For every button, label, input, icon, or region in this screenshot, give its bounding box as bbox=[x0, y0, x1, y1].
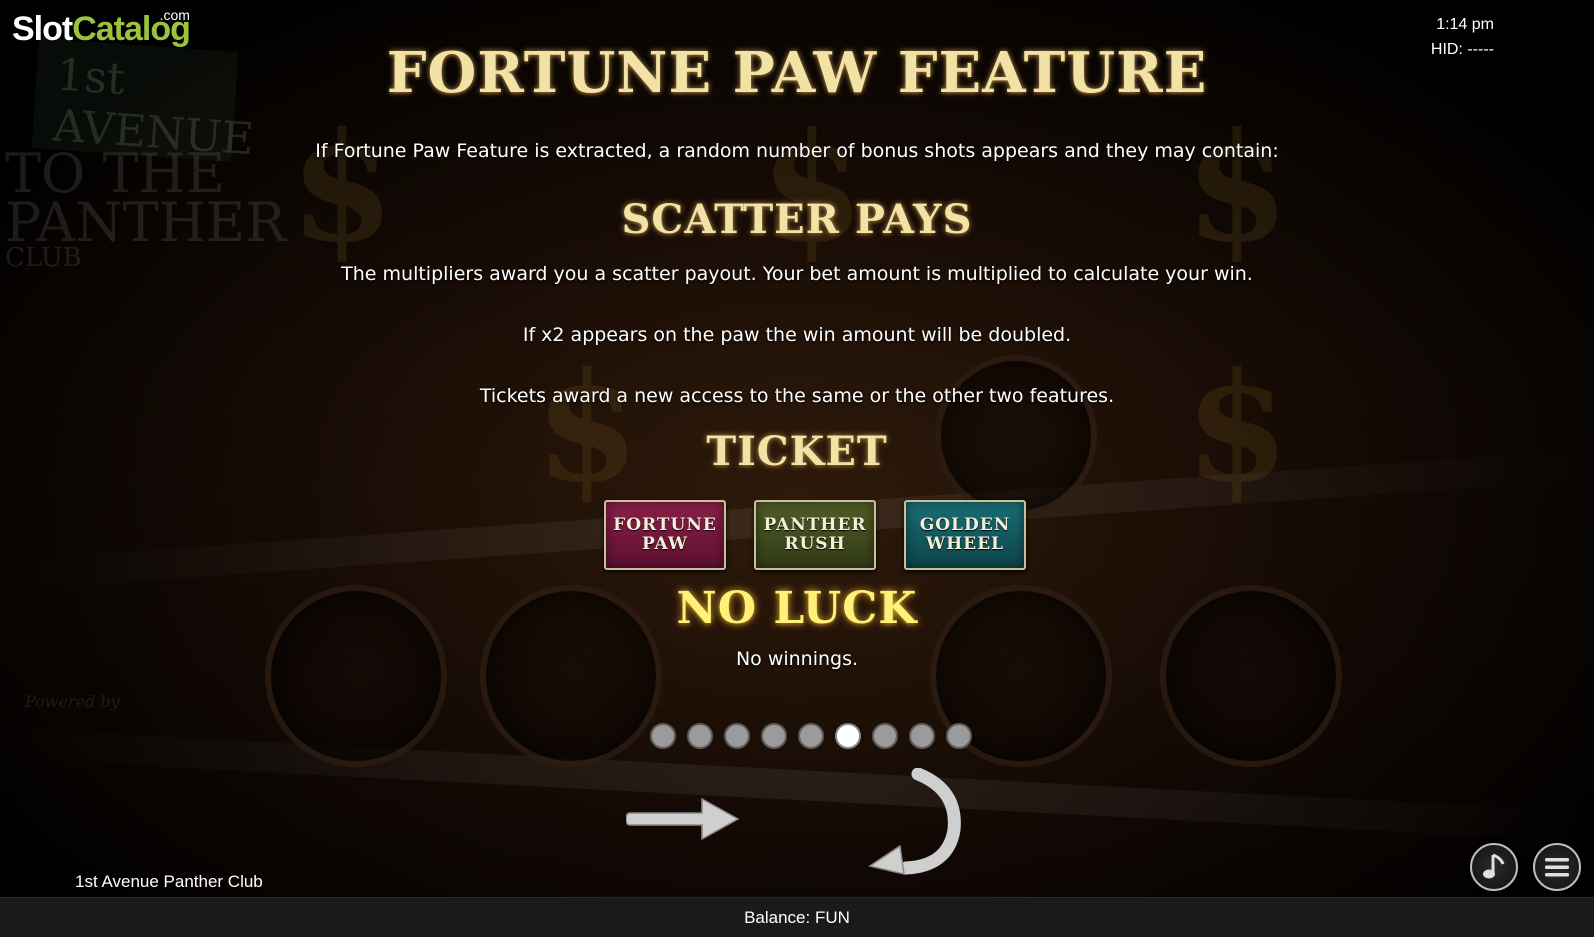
ticket-group: FORTUNE PAW PANTHER RUSH GOLDEN WHEEL bbox=[604, 500, 1028, 572]
page-dot-3[interactable] bbox=[724, 723, 750, 749]
menu-button[interactable] bbox=[1533, 843, 1581, 891]
music-note-icon bbox=[1483, 853, 1505, 879]
balance-label: Balance: FUN bbox=[744, 908, 850, 927]
tickets-description: Tickets award a new access to the same o… bbox=[479, 385, 1115, 407]
light-beam bbox=[0, 728, 1594, 842]
no-luck-heading: NO LUCK bbox=[676, 583, 918, 634]
dollar-symbol-decoration: $ bbox=[760, 100, 865, 276]
x2-description: If x2 appears on the paw the win amount … bbox=[522, 324, 1072, 346]
dollar-symbol-decoration: $ bbox=[290, 100, 395, 276]
hamburger-menu-icon bbox=[1545, 858, 1569, 877]
next-page-button[interactable] bbox=[625, 795, 742, 843]
dollar-symbol-decoration: $ bbox=[1185, 100, 1290, 276]
page-dot-5[interactable] bbox=[798, 723, 824, 749]
page-dot-4[interactable] bbox=[761, 723, 787, 749]
ticket-golden-wheel: GOLDEN WHEEL bbox=[904, 500, 1026, 570]
ticket-heading: TICKET bbox=[706, 428, 888, 475]
page-dot-1[interactable] bbox=[650, 723, 676, 749]
ticket-panther-rush: PANTHER RUSH bbox=[754, 500, 876, 570]
powered-by-decoration: Powered by bbox=[25, 692, 120, 711]
balance-bar: Balance: FUN bbox=[0, 897, 1594, 937]
game-stage: 1st AVENUE TO THE PANTHER CLUB Powered by … bbox=[0, 0, 1594, 937]
page-dot-7[interactable] bbox=[872, 723, 898, 749]
page-title: FORTUNE PAW FEATURE bbox=[386, 40, 1208, 106]
page-dot-8[interactable] bbox=[909, 723, 935, 749]
game-name-label: 1st Avenue Panther Club bbox=[75, 872, 263, 891]
scatter-pays-heading: SCATTER PAYS bbox=[621, 196, 973, 243]
page-dot-2[interactable] bbox=[687, 723, 713, 749]
music-toggle-button[interactable] bbox=[1470, 843, 1518, 891]
logo-text-com: .com bbox=[159, 7, 190, 23]
return-arrow-icon bbox=[868, 767, 961, 875]
right-arrow-icon bbox=[625, 797, 740, 841]
page-dot-6[interactable] bbox=[835, 723, 861, 749]
page-dot-9[interactable] bbox=[946, 723, 972, 749]
return-to-game-button[interactable] bbox=[860, 767, 964, 876]
no-winnings-text: No winnings. bbox=[735, 648, 859, 670]
intro-text: If Fortune Paw Feature is extracted, a r… bbox=[315, 140, 1279, 162]
clock-time: 1:14 pm bbox=[1436, 16, 1494, 33]
scatter-description: The multipliers award you a scatter payo… bbox=[341, 263, 1253, 285]
ticket-fortune-paw: FORTUNE PAW bbox=[604, 500, 726, 570]
